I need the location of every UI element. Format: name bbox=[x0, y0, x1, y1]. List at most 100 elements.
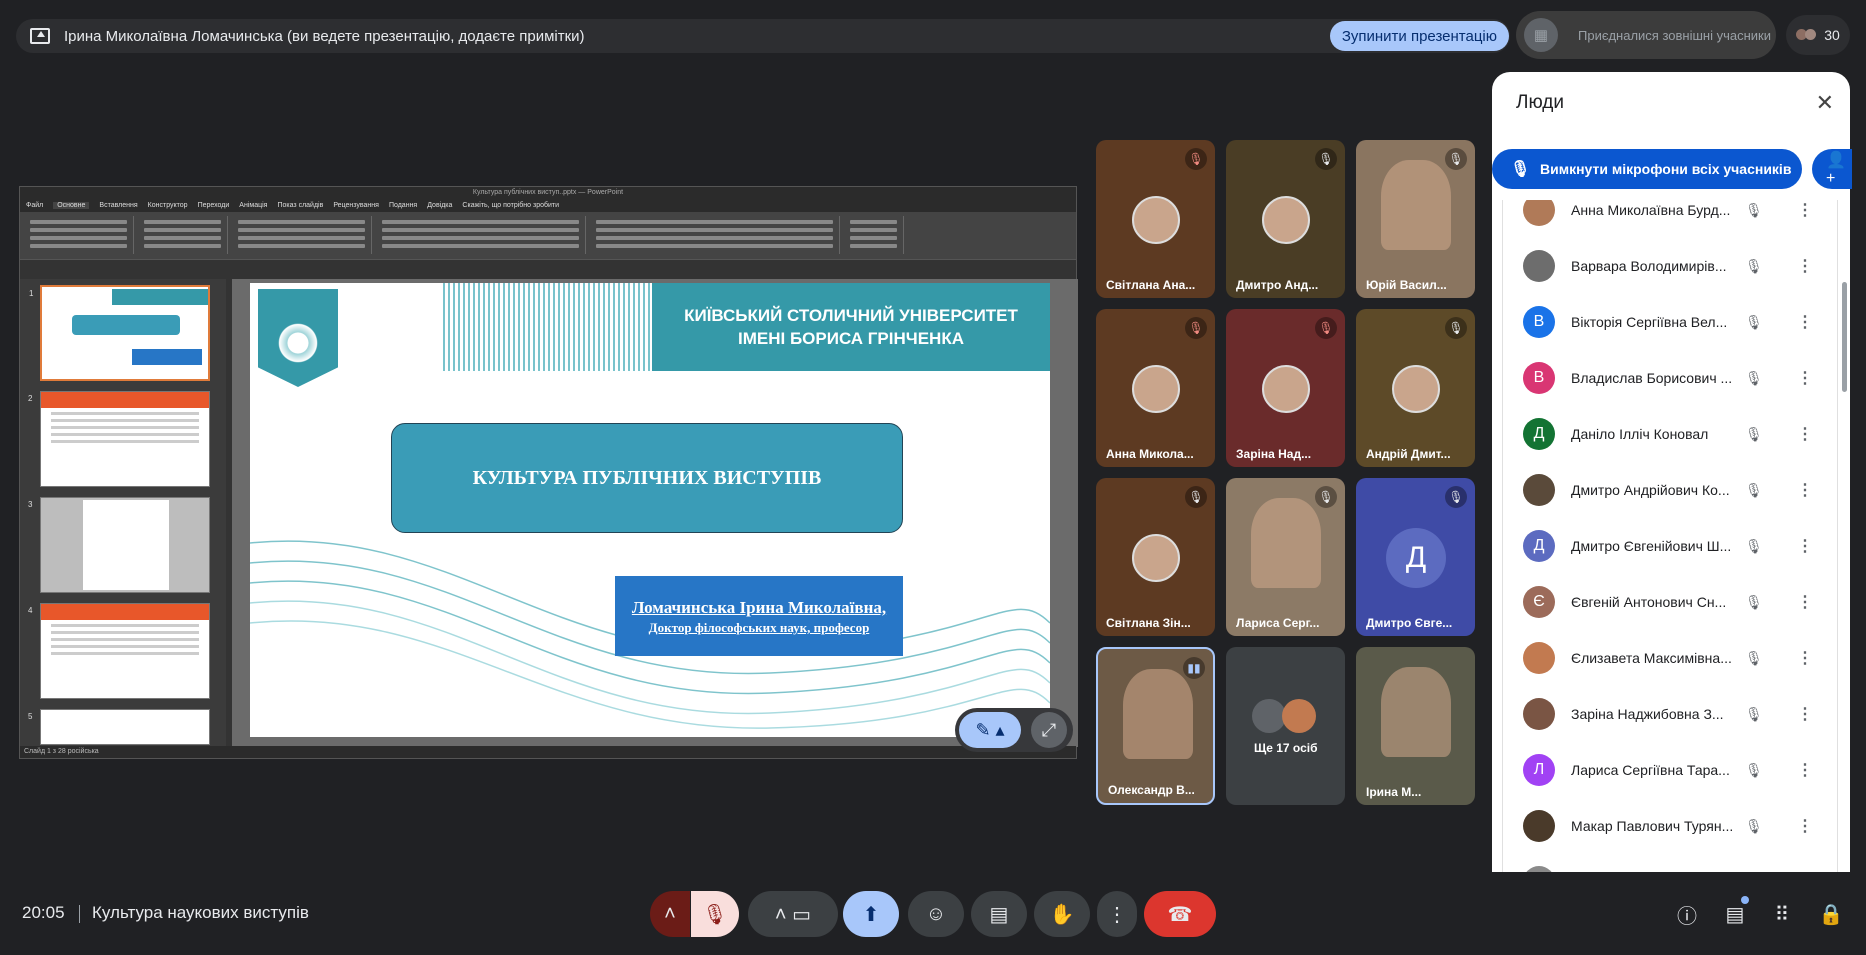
annotate-button[interactable]: ✎ ▴ bbox=[959, 712, 1021, 748]
participant-name: Даніло Ілліч Коновал bbox=[1571, 426, 1709, 442]
presentation-controls: ✎ ▴ ⤢ bbox=[955, 708, 1073, 752]
ppt-menu-bar: Файл Основне Вставлення Конструктор Пере… bbox=[20, 199, 1076, 212]
participant-list-item[interactable]: Анна Миколаївна Бурд... 🎙 ⋮ bbox=[1503, 200, 1837, 238]
slide-thumbnail: 5 bbox=[28, 709, 210, 745]
participant-name: Заріна Наджибовна З... bbox=[1571, 706, 1724, 722]
close-icon[interactable]: ✕ bbox=[1816, 90, 1834, 116]
slide-author: Ломачинська Ірина Миколаївна, bbox=[631, 598, 887, 617]
speaking-icon: ▮▮ bbox=[1183, 657, 1205, 679]
mic-off-icon[interactable]: 🎙 bbox=[1745, 370, 1763, 387]
ppt-menu-item: Основне bbox=[53, 202, 90, 209]
external-participants-chip[interactable]: ▦ Приєдналися зовнішні учасники bbox=[1516, 11, 1776, 59]
slide-author-role: Доктор філософських наук, професор bbox=[648, 620, 870, 635]
participant-tile[interactable]: Д Дмитро Євге... 🎙 bbox=[1356, 478, 1475, 636]
slide-thumbnail: 4 bbox=[28, 603, 210, 699]
mic-toggle-button[interactable]: 🎙 bbox=[691, 891, 739, 937]
stop-presenting-button[interactable]: Зупинити презентацію bbox=[1329, 21, 1509, 51]
participant-tile[interactable]: Ще 17 осіб bbox=[1226, 647, 1345, 805]
participant-name: Юрій Васил... bbox=[1366, 278, 1447, 292]
more-vert-icon[interactable]: ⋮ bbox=[1797, 480, 1813, 500]
mic-off-icon[interactable]: 🎙 bbox=[1745, 482, 1763, 499]
mic-off-icon[interactable]: 🎙 bbox=[1745, 818, 1763, 835]
participant-list-item[interactable]: Варвара Володимирів... 🎙 ⋮ bbox=[1503, 238, 1837, 294]
participant-tile[interactable]: Ірина М... bbox=[1356, 647, 1475, 805]
avatar: В bbox=[1523, 306, 1555, 338]
activities-icon[interactable]: ⠿ bbox=[1767, 899, 1797, 929]
mic-off-icon[interactable]: 🎙 bbox=[1745, 202, 1763, 219]
more-vert-icon[interactable]: ⋮ bbox=[1797, 760, 1813, 780]
participant-tile[interactable]: Лариса Серг... 🎙 bbox=[1226, 478, 1345, 636]
leave-call-button[interactable]: ☎ bbox=[1144, 891, 1216, 937]
more-vert-icon[interactable]: ⋮ bbox=[1797, 536, 1813, 556]
avatar bbox=[1262, 196, 1310, 244]
participant-list-item[interactable]: Л Лариса Сергіївна Тара... 🎙 ⋮ bbox=[1503, 742, 1837, 798]
more-vert-icon[interactable]: ⋮ bbox=[1797, 816, 1813, 836]
participant-count: 30 bbox=[1824, 27, 1840, 43]
ppt-menu-item: Подання bbox=[388, 202, 418, 209]
more-vert-icon[interactable]: ⋮ bbox=[1797, 648, 1813, 668]
more-options-button[interactable]: ⋮ bbox=[1097, 891, 1137, 937]
participant-list-item[interactable]: Дмитро Андрійович Ко... 🎙 ⋮ bbox=[1503, 462, 1837, 518]
avatar bbox=[1132, 196, 1180, 244]
raise-hand-button[interactable]: ✋ bbox=[1034, 891, 1090, 937]
mic-off-icon[interactable]: 🎙 bbox=[1745, 650, 1763, 667]
participant-list-item[interactable]: 🎙⋮ bbox=[1503, 854, 1837, 872]
more-vert-icon[interactable]: ⋮ bbox=[1797, 312, 1813, 332]
ppt-menu-item: Переходи bbox=[197, 202, 230, 209]
info-icon[interactable]: ⓘ bbox=[1672, 899, 1702, 929]
mic-off-icon[interactable]: 🎙 bbox=[1745, 594, 1763, 611]
participant-tile[interactable]: Світлана Ана... 🎙 bbox=[1096, 140, 1215, 298]
mic-off-icon: 🎙 bbox=[702, 903, 728, 926]
participant-list-item[interactable]: Макар Павлович Турян... 🎙 ⋮ bbox=[1503, 798, 1837, 854]
captions-button[interactable]: ▤ bbox=[971, 891, 1027, 937]
participant-name: Дмитро Євге... bbox=[1366, 616, 1453, 630]
participant-list-item[interactable]: Є Євгеній Антонович Сн... 🎙 ⋮ bbox=[1503, 574, 1837, 630]
host-controls-icon[interactable]: 🔒 bbox=[1816, 899, 1846, 929]
people-list[interactable]: Анна Миколаївна Бурд... 🎙 ⋮ Варвара Володим… bbox=[1502, 200, 1838, 872]
participant-count-button[interactable]: 30 bbox=[1786, 15, 1850, 55]
more-vert-icon[interactable]: ⋮ bbox=[1797, 424, 1813, 444]
add-people-button[interactable]: 👤+ bbox=[1812, 149, 1852, 189]
mute-all-button[interactable]: 🎙 Вимкнути мікрофони всіх учасників bbox=[1492, 149, 1802, 189]
people-list-scrollbar[interactable] bbox=[1842, 282, 1847, 392]
audio-options-button[interactable]: ˄ bbox=[650, 891, 690, 937]
participant-list-item[interactable]: В Владислав Борисович ... 🎙 ⋮ bbox=[1503, 350, 1837, 406]
slide-thumbnail: 3 bbox=[28, 497, 210, 593]
participant-name: Владислав Борисович ... bbox=[1571, 370, 1733, 386]
participant-list-item[interactable]: Д Дмитро Євгенійович Ш... 🎙 ⋮ bbox=[1503, 518, 1837, 574]
more-vert-icon[interactable]: ⋮ bbox=[1797, 200, 1813, 220]
participant-list-item[interactable]: Д Даніло Ілліч Коновал 🎙 ⋮ bbox=[1503, 406, 1837, 462]
fullscreen-button[interactable]: ⤢ bbox=[1031, 712, 1067, 748]
mic-off-icon[interactable]: 🎙 bbox=[1745, 706, 1763, 723]
participant-list-item[interactable]: Заріна Наджибовна З... 🎙 ⋮ bbox=[1503, 686, 1837, 742]
participant-tile[interactable]: Заріна Над... 🎙 bbox=[1226, 309, 1345, 467]
more-vert-icon[interactable]: ⋮ bbox=[1797, 704, 1813, 724]
avatar bbox=[1132, 365, 1180, 413]
present-button[interactable]: ⬆ bbox=[843, 891, 899, 937]
more-vert-icon[interactable]: ⋮ bbox=[1797, 256, 1813, 276]
participant-name: Світлана Зін... bbox=[1106, 616, 1191, 630]
participant-tile[interactable]: Анна Микола... 🎙 bbox=[1096, 309, 1215, 467]
more-vert-icon[interactable]: ⋮ bbox=[1797, 368, 1813, 388]
participant-tile[interactable]: Юрій Васил... 🎙 bbox=[1356, 140, 1475, 298]
participant-tile[interactable]: Дмитро Анд... 🎙 bbox=[1226, 140, 1345, 298]
mic-off-icon[interactable]: 🎙 bbox=[1745, 258, 1763, 275]
mic-off-icon[interactable]: 🎙 bbox=[1745, 314, 1763, 331]
more-vert-icon[interactable]: ⋮ bbox=[1797, 592, 1813, 612]
participant-list-item[interactable]: Єлизавета Максимівна... 🎙 ⋮ bbox=[1503, 630, 1837, 686]
camera-toggle-button[interactable]: ˄ ▭ bbox=[748, 891, 838, 937]
mic-off-icon[interactable]: 🎙 bbox=[1745, 762, 1763, 779]
mic-off-icon[interactable]: 🎙 bbox=[1745, 538, 1763, 555]
avatar: Д bbox=[1523, 530, 1555, 562]
participant-list-item[interactable]: В Вікторія Сергіївна Вел... 🎙 ⋮ bbox=[1503, 294, 1837, 350]
participant-tile[interactable]: Андрій Дмит... 🎙 bbox=[1356, 309, 1475, 467]
participant-name: Ірина М... bbox=[1366, 785, 1422, 799]
participant-tile[interactable]: Олександр В... ▮▮ bbox=[1096, 647, 1215, 805]
mic-off-icon: 🎙 bbox=[1445, 317, 1467, 339]
ppt-title-bar: Культура публічних виступ..pptx — PowerP… bbox=[20, 187, 1076, 199]
mic-off-icon[interactable]: 🎙 bbox=[1745, 426, 1763, 443]
participant-tile[interactable]: Світлана Зін... 🎙 bbox=[1096, 478, 1215, 636]
avatar bbox=[1392, 365, 1440, 413]
reactions-button[interactable]: ☺ bbox=[908, 891, 964, 937]
avatar bbox=[1523, 866, 1555, 872]
